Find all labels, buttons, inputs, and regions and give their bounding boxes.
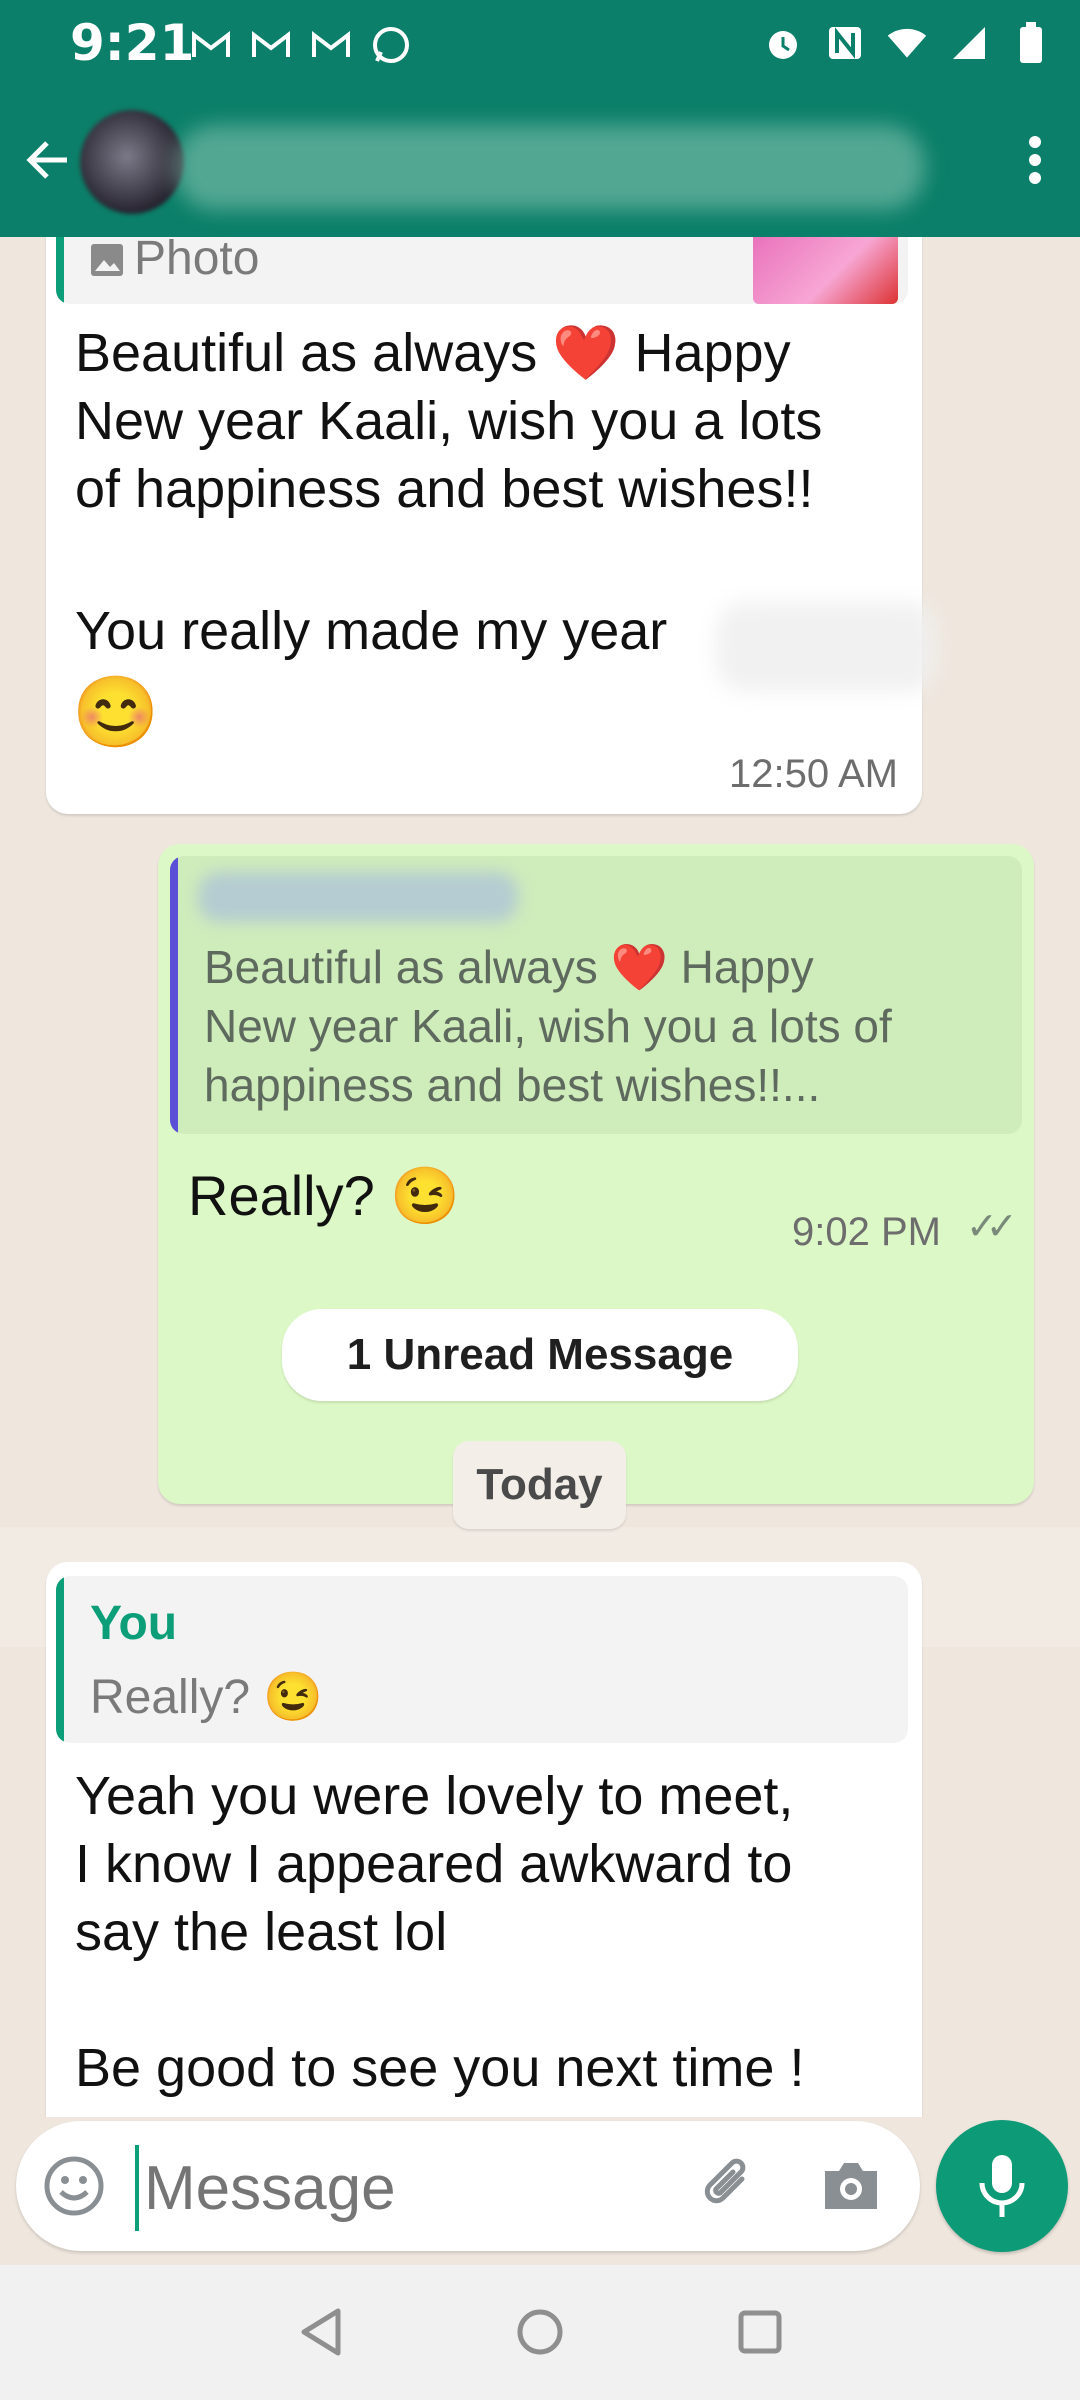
quote-bar [56, 1576, 64, 1743]
more-options-button[interactable] [1010, 125, 1060, 195]
quote-text: Really? 😉 [90, 1671, 324, 1724]
quote-bar [56, 237, 64, 304]
quote-author-redacted [198, 872, 518, 922]
signal-icon [948, 22, 990, 64]
chat-header [0, 105, 1080, 215]
unread-count-pill: 1 Unread Message [282, 1309, 798, 1401]
notification-icons [190, 24, 412, 66]
app-bar: 9:21 [0, 0, 1080, 237]
outgoing-message[interactable]: Beautiful as always ❤️ Happy New year Ka… [158, 844, 1034, 1504]
redacted-blur [716, 602, 936, 692]
arrow-left-icon [26, 141, 67, 179]
quoted-message[interactable]: Beautiful as always ❤️ Happy New year Ka… [170, 856, 1022, 1134]
wifi-icon [886, 22, 928, 64]
message-composer [16, 2121, 920, 2251]
nfc-icon [824, 22, 866, 64]
whatsapp-icon [370, 24, 412, 66]
microphone-icon [979, 2155, 1025, 2217]
message-text-2: You really made my year [75, 601, 668, 661]
read-ticks-icon: ✓✓ [966, 1206, 1018, 1248]
paperclip-icon[interactable] [696, 2153, 762, 2224]
message-time: 9:02 PM [792, 1210, 941, 1254]
text-cursor [135, 2145, 139, 2231]
status-time: 9:21 [70, 14, 195, 72]
message-text: Really? 😉 [188, 1164, 461, 1227]
status-bar: 9:21 [0, 0, 1080, 90]
message-input[interactable] [142, 2141, 686, 2235]
back-button[interactable] [18, 130, 78, 190]
quoted-photo[interactable]: Photo [56, 237, 908, 304]
home-circle-icon [517, 2309, 563, 2355]
incoming-message[interactable]: Photo Beautiful as always ❤️ Happy New y… [46, 237, 936, 814]
date-divider: Today [453, 1441, 626, 1529]
more-vertical-icon [1029, 136, 1041, 184]
battery-icon [1010, 22, 1052, 64]
alarm-icon [762, 22, 804, 64]
nav-home-button[interactable] [505, 2297, 575, 2367]
system-nav-bar [0, 2265, 1080, 2400]
gmail-icon [310, 24, 352, 66]
system-icons [762, 22, 1052, 64]
incoming-reply-message[interactable]: You Really? 😉 Yeah you were lovely to me… [46, 1562, 922, 2117]
message-time: 12:50 AM [728, 752, 898, 796]
emoji-smile: 😊 [72, 673, 160, 751]
contact-avatar[interactable] [80, 110, 184, 214]
quote-text: Beautiful as always ❤️ Happy New year Ka… [204, 941, 892, 1111]
nav-back-button[interactable] [286, 2297, 356, 2367]
image-icon [90, 243, 124, 282]
camera-icon[interactable] [819, 2157, 883, 2220]
voice-record-button[interactable] [936, 2120, 1068, 2252]
quote-photo-thumbnail [753, 237, 898, 304]
contact-name-redacted[interactable] [175, 125, 925, 210]
message-text: Beautiful as always ❤️ Happy New year Ka… [75, 323, 823, 519]
recents-square-icon [738, 2310, 782, 2354]
quote-bar [170, 856, 178, 1134]
chat-area[interactable]: Photo Beautiful as always ❤️ Happy New y… [0, 237, 1080, 2117]
quoted-message[interactable]: You Really? 😉 [56, 1576, 908, 1743]
message-text: Yeah you were lovely to meet, I know I a… [75, 1766, 805, 2098]
quote-author: You [90, 1597, 178, 1650]
back-triangle-icon [301, 2308, 341, 2356]
quote-photo-label: Photo [134, 237, 260, 285]
emoji-icon[interactable] [42, 2154, 106, 2223]
gmail-icon [250, 24, 292, 66]
nav-recents-button[interactable] [725, 2297, 795, 2367]
gmail-icon [190, 24, 232, 66]
